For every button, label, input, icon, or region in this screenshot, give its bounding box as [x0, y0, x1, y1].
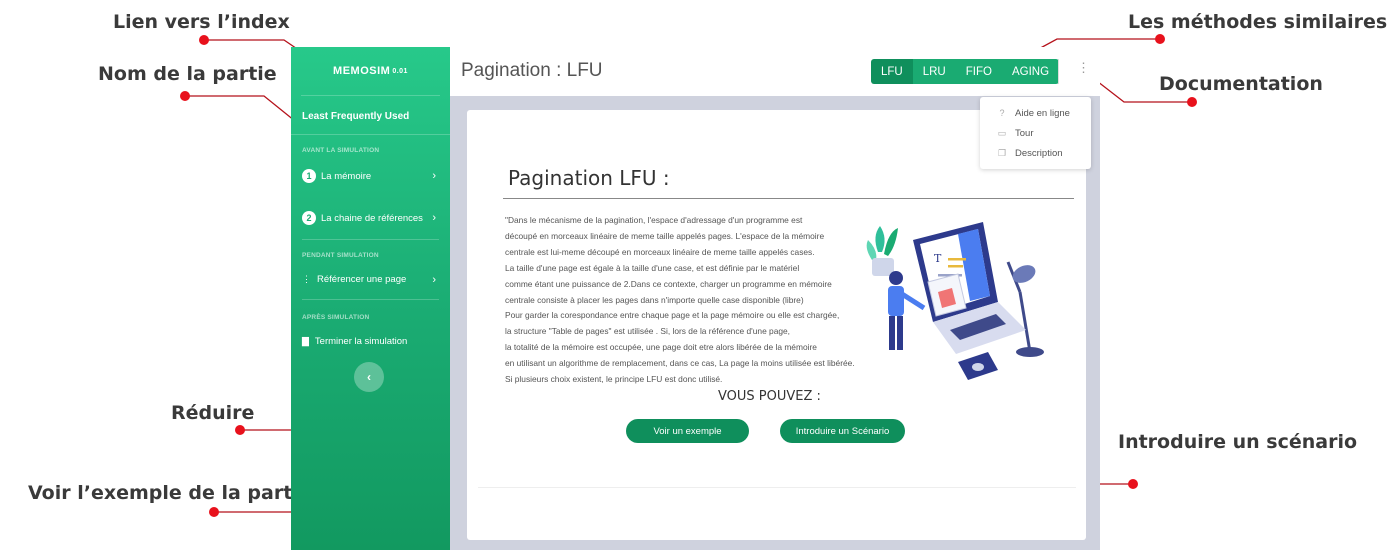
stop-icon: ▇ [302, 336, 309, 346]
copy-icon: ❐ [997, 147, 1007, 158]
callout-see-example: Voir l’exemple de la partie [28, 482, 312, 504]
section-label-after: APRÈS SIMULATION [302, 314, 370, 321]
more-vertical-icon[interactable]: ⋮ [1077, 61, 1090, 74]
section-label-before: AVANT LA SIMULATION [302, 147, 380, 154]
sidebar-item-end-simulation[interactable]: ▇ Terminer la simulation [291, 328, 450, 355]
sidebar-item-label: La mémoire [321, 170, 372, 182]
content-title: Pagination LFU : [508, 166, 670, 190]
you-can-heading: VOUS POUVEZ : [718, 389, 821, 404]
callout-part-name: Nom de la partie [98, 63, 277, 85]
brand-version: 0.01 [392, 67, 408, 75]
sidebar-item-memory[interactable]: 1 La mémoire › [291, 161, 450, 191]
description-line: centrale consiste à placer les pages dan… [505, 294, 804, 305]
part-name: Least Frequently Used [291, 96, 450, 135]
description-line: comme étant une puissance de 2.Dans ce c… [505, 278, 832, 289]
film-icon: ▭ [997, 127, 1007, 138]
divider [302, 239, 439, 240]
top-header: Pagination : LFU LFU LRU FIFO AGING ⋮ [450, 47, 1100, 96]
description-line: la structure "Table de pages" est utilis… [505, 326, 791, 337]
callout-dot [180, 91, 190, 101]
sidebar-item-label: Référencer une page [317, 274, 407, 285]
description-line: Pour garder la corespondance entre chaqu… [505, 310, 840, 321]
page-title: Pagination : LFU [461, 60, 603, 81]
index-link[interactable]: MEMOSIM 0.01 [301, 47, 440, 96]
description-line: en utilisant un algorithme de remplaceme… [505, 358, 855, 369]
collapse-sidebar-button[interactable]: ‹ [354, 362, 384, 392]
callout-dot [1128, 479, 1138, 489]
method-button-lfu[interactable]: LFU [871, 59, 913, 84]
step-number: 2 [302, 211, 316, 225]
description-line: La taille d'une page est égale à la tail… [505, 262, 800, 273]
dropdown-item-online-help[interactable]: ? Aide en ligne [980, 103, 1091, 123]
chevron-right-icon: › [432, 170, 436, 182]
chevron-left-icon: ‹ [367, 370, 371, 384]
dropdown-item-tour[interactable]: ▭ Tour [980, 123, 1091, 143]
callout-documentation: Documentation [1159, 73, 1323, 95]
see-example-button[interactable]: Voir un exemple [626, 419, 749, 443]
method-button-aging[interactable]: AGING [1001, 59, 1060, 84]
callout-reduce: Réduire [171, 402, 255, 424]
dropdown-item-label: Tour [1015, 127, 1034, 139]
description-line: centrale est lui-meme découpé en morceau… [505, 246, 815, 257]
callout-similar-methods: Les méthodes similaires [1128, 11, 1388, 33]
help-circle-icon: ? [999, 108, 1005, 118]
callout-dot [1155, 34, 1165, 44]
sidebar-item-label: Terminer la simulation [314, 336, 408, 347]
svg-text:T: T [934, 252, 942, 265]
dots-vertical-icon: ⋮ [302, 274, 311, 284]
brand-name: MEMOSIM [333, 65, 391, 77]
sidebar-item-label: La chaine de références [321, 212, 423, 224]
description-line: découpé en morceaux linéaire de meme tai… [505, 230, 825, 241]
sidebar-item-reference-page[interactable]: ⋮ Référencer une page › [291, 266, 450, 293]
divider [1058, 59, 1059, 84]
divider [478, 487, 1076, 488]
callout-introduce-scenario: Introduire un scénario [1118, 431, 1358, 453]
callout-dot [1187, 97, 1197, 107]
section-label-during: PENDANT SIMULATION [302, 252, 379, 259]
dropdown-item-label: Aide en ligne [1015, 107, 1070, 119]
callout-index-link: Lien vers l’index [113, 11, 290, 33]
description-line: "Dans le mécanisme de la pagination, l'e… [505, 215, 803, 225]
documentation-dropdown: ? Aide en ligne ▭ Tour ❐ Description [980, 97, 1091, 169]
computer-illustration: T [866, 222, 1044, 380]
divider [302, 299, 439, 300]
introduce-scenario-button[interactable]: Introduire un Scénario [780, 419, 905, 443]
step-number: 1 [302, 169, 316, 183]
description-line: la totalité de la mémoire est occupée, u… [505, 342, 817, 353]
callout-dot [209, 507, 219, 517]
method-button-fifo[interactable]: FIFO [955, 59, 1002, 84]
description: "Dans le mécanisme de la pagination, l'e… [505, 213, 895, 388]
dropdown-item-label: Description [1015, 147, 1063, 159]
method-button-lru[interactable]: LRU [912, 59, 956, 84]
similar-methods-group: LFU LRU FIFO AGING [871, 59, 1060, 84]
callout-dot [199, 35, 209, 45]
description-line: Si plusieurs choix existent, le principe… [505, 374, 723, 385]
sidebar: MEMOSIM 0.01 Least Frequently Used AVANT … [291, 47, 450, 550]
sidebar-item-reference-chain[interactable]: 2 La chaine de références › [291, 203, 450, 233]
dropdown-item-description[interactable]: ❐ Description [980, 143, 1091, 163]
callout-dot [235, 425, 245, 435]
title-underline [503, 198, 1074, 199]
chevron-right-icon: › [432, 273, 436, 286]
chevron-right-icon: › [432, 212, 436, 224]
